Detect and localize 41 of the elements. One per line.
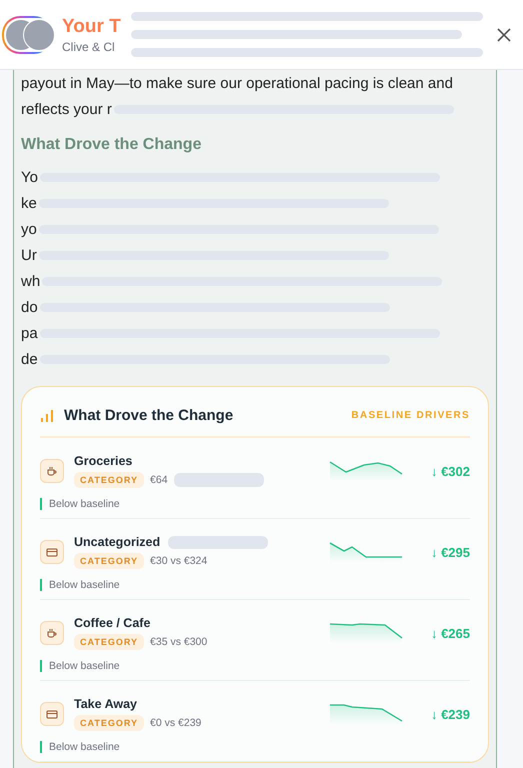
paragraph-line: Ur	[21, 246, 37, 264]
category-badge: CATEGORY	[74, 553, 144, 569]
category-badge: CATEGORY	[74, 472, 144, 488]
comparison-text: €35 vs €300	[150, 636, 208, 648]
paragraph-line: payout in May—to make sure our operational pacing is clean and	[21, 74, 453, 92]
category-name: Uncategorized	[74, 535, 160, 549]
app-title: Your T	[62, 16, 121, 38]
paragraph-line: wh	[21, 272, 40, 290]
paragraph-line: Yo	[21, 168, 38, 186]
category-badge: CATEGORY	[74, 715, 144, 731]
category-name: Groceries	[74, 454, 132, 468]
card-tag: BASELINE DRIVERS	[351, 410, 470, 421]
close-icon	[497, 28, 511, 42]
category-badge: CATEGORY	[74, 634, 144, 650]
savings-amount: ↓ €265	[430, 626, 470, 640]
paragraph-line: do	[21, 298, 38, 316]
bar-chart-icon	[40, 408, 54, 422]
cup-icon	[46, 465, 58, 477]
card-title: What Drove the Change	[64, 407, 234, 424]
savings-amount: ↓ €302	[430, 464, 470, 478]
paragraph-line: reflects your r	[21, 100, 112, 118]
baseline-note: Below baseline	[40, 579, 120, 591]
app-subtitle: Clive & Cl	[62, 40, 116, 54]
savings-amount: ↓ €295	[430, 544, 470, 560]
cup-icon	[46, 627, 58, 639]
savings-amount: ↓ €239	[430, 706, 470, 722]
paragraph-line: yo	[21, 220, 37, 238]
comparison-text: €64	[150, 474, 168, 486]
section-heading: What Drove the Change	[21, 136, 202, 154]
card-icon	[46, 546, 58, 558]
baseline-note: Below baseline	[40, 498, 120, 510]
category-name: Coffee / Cafe	[74, 616, 150, 630]
card-icon	[46, 708, 58, 720]
paragraph-line: de	[21, 350, 38, 368]
paragraph-line: ke	[21, 194, 37, 212]
paragraph-line: pa	[21, 324, 38, 342]
baseline-note: Below baseline	[40, 741, 120, 753]
baseline-note: Below baseline	[40, 660, 120, 672]
comparison-text: €0 vs €239	[150, 717, 202, 729]
category-name: Take Away	[74, 697, 138, 711]
comparison-text: €30 vs €324	[150, 555, 208, 567]
